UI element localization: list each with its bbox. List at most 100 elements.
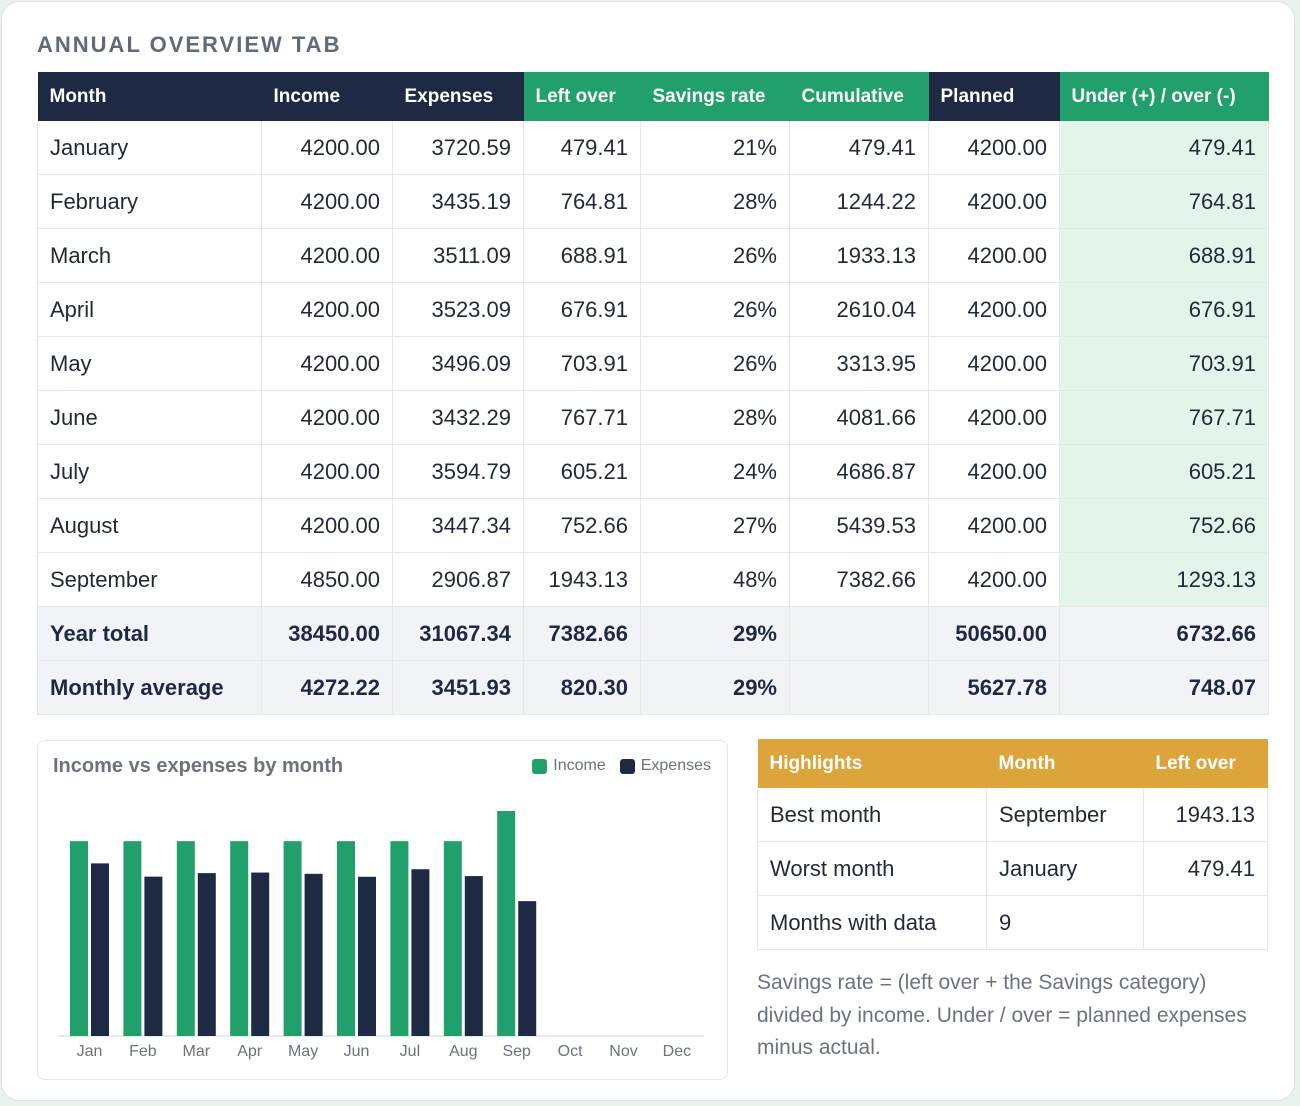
cell-under-over: 767.71 <box>1059 390 1269 445</box>
bar-expenses-sep[interactable] <box>518 901 537 1036</box>
cell-cumulative: 1933.13 <box>789 228 929 283</box>
bar-expenses-apr[interactable] <box>251 872 270 1036</box>
bar-income-jan[interactable] <box>70 841 88 1036</box>
cell-under-over: 605.21 <box>1059 444 1269 499</box>
bar-expenses-mar[interactable] <box>197 873 216 1036</box>
cell-month: Year total <box>37 606 262 661</box>
cell-left-over: 1943.13 <box>523 552 641 607</box>
cell-planned: 4200.00 <box>928 498 1060 553</box>
highlights-row: Best month September 1943.13 <box>757 788 1268 842</box>
cell-month: August <box>37 498 262 553</box>
cell-income: 4272.22 <box>261 660 393 715</box>
bar-income-jun[interactable] <box>337 841 355 1036</box>
cell-under-over: 703.91 <box>1059 336 1269 391</box>
cell-expenses: 2906.87 <box>392 552 524 607</box>
cell-month: Monthly average <box>37 660 262 715</box>
column-header-left-over[interactable]: Left over <box>523 72 641 121</box>
highlight-month: January <box>986 841 1144 896</box>
cell-under-over: 1293.13 <box>1059 552 1269 607</box>
cell-expenses: 3435.19 <box>392 174 524 229</box>
chart-legend: Income Expenses <box>532 757 711 775</box>
legend-item-expenses[interactable]: Expenses <box>619 757 711 775</box>
cell-savings-rate: 48% <box>640 552 790 607</box>
bar-expenses-feb[interactable] <box>144 876 163 1036</box>
cell-month: May <box>37 336 262 391</box>
x-tick-label-nov: Nov <box>609 1043 637 1060</box>
cell-savings-rate: 27% <box>640 498 790 553</box>
cell-income: 4200.00 <box>261 121 393 175</box>
cell-left-over: 676.91 <box>523 282 641 337</box>
cell-savings-rate: 29% <box>640 660 790 715</box>
cell-expenses: 3432.29 <box>392 390 524 445</box>
page-title: ANNUAL OVERVIEW TAB <box>37 32 342 57</box>
x-tick-label-dec: Dec <box>663 1043 691 1060</box>
cell-expenses: 3451.93 <box>392 660 524 715</box>
bar-income-jul[interactable] <box>390 841 409 1036</box>
highlight-label: Worst month <box>757 841 987 896</box>
cell-cumulative: 7382.66 <box>789 552 929 607</box>
cell-month: March <box>37 228 262 283</box>
x-tick-label-feb: Feb <box>129 1043 157 1060</box>
bar-expenses-jul[interactable] <box>411 869 430 1036</box>
cell-under-over: 479.41 <box>1059 121 1269 175</box>
footnote: Savings rate = (left over + the Savings … <box>757 971 1247 1059</box>
cell-cumulative: 3313.95 <box>789 336 929 391</box>
highlights-header-month: Month <box>986 739 1144 788</box>
table-row: June 4200.00 3432.29 767.71 28% 4081.66 4200.0… <box>37 390 1269 445</box>
cell-planned: 4200.00 <box>928 552 1060 607</box>
column-header-planned[interactable]: Planned <box>928 72 1060 121</box>
column-header-month[interactable]: Month <box>37 72 262 121</box>
highlight-label: Best month <box>757 788 987 842</box>
cell-left-over: 605.21 <box>523 444 641 499</box>
highlight-value: 1943.13 <box>1143 788 1268 842</box>
cell-planned: 4200.00 <box>928 174 1060 229</box>
bar-income-may[interactable] <box>283 841 302 1036</box>
bar-income-mar[interactable] <box>176 841 195 1036</box>
highlights-table: Highlights Month Left over Best month Se… <box>757 739 1268 950</box>
highlight-month: 9 <box>986 895 1144 950</box>
table-row: February 4200.00 3435.19 764.81 28% 1244.22 42… <box>37 174 1269 229</box>
bar-income-apr[interactable] <box>230 841 249 1036</box>
legend-item-income[interactable]: Income <box>532 757 606 775</box>
cell-cumulative: 4686.87 <box>789 444 929 499</box>
cell-expenses: 3720.59 <box>392 121 524 175</box>
cell-expenses: 3496.09 <box>392 336 524 391</box>
x-tick-label-jul: Jul <box>400 1043 420 1060</box>
bar-expenses-aug[interactable] <box>464 876 483 1036</box>
cell-income: 4200.00 <box>261 228 393 283</box>
bar-expenses-jan[interactable] <box>91 863 109 1036</box>
cell-savings-rate: 29% <box>640 606 790 661</box>
column-header-savings-rate[interactable]: Savings rate <box>640 72 790 121</box>
column-header-cumulative[interactable]: Cumulative <box>789 72 929 121</box>
x-tick-label-may: May <box>288 1043 318 1060</box>
x-tick-label-sep: Sep <box>502 1043 531 1060</box>
cell-savings-rate: 28% <box>640 390 790 445</box>
x-tick-label-mar: Mar <box>183 1043 211 1060</box>
highlights-header-left-over: Left over <box>1143 739 1268 788</box>
bar-income-sep[interactable] <box>497 811 516 1036</box>
table-header-row: Month Income Expenses Left over Savings … <box>37 72 1269 121</box>
cell-cumulative <box>789 660 929 715</box>
income-expenses-chart: Jan Feb Mar Apr May Jun Jul Aug Sep Oct Nov Dec Inc… <box>37 740 728 1080</box>
cell-left-over: 820.30 <box>523 660 641 715</box>
cell-planned: 4200.00 <box>928 336 1060 391</box>
cell-under-over: 752.66 <box>1059 498 1269 553</box>
bar-income-feb[interactable] <box>123 841 142 1036</box>
highlight-month: September <box>986 788 1144 842</box>
highlight-value <box>1143 895 1268 950</box>
x-tick-label-apr: Apr <box>237 1043 263 1060</box>
cell-planned: 4200.00 <box>928 444 1060 499</box>
column-header-expenses[interactable]: Expenses <box>392 72 524 121</box>
cell-planned: 4200.00 <box>928 121 1060 175</box>
cell-expenses: 31067.34 <box>392 606 524 661</box>
cell-savings-rate: 26% <box>640 228 790 283</box>
cell-left-over: 703.91 <box>523 336 641 391</box>
column-header-under-over[interactable]: Under (+) / over (-) <box>1059 72 1269 121</box>
highlight-label: Months with data <box>757 895 987 950</box>
highlights-header-row: Highlights Month Left over <box>757 739 1268 788</box>
table-row: April 4200.00 3523.09 676.91 26% 2610.04 4200.… <box>37 282 1269 337</box>
bar-expenses-jun[interactable] <box>358 876 376 1036</box>
bar-expenses-may[interactable] <box>304 873 323 1036</box>
bar-income-aug[interactable] <box>443 841 462 1036</box>
column-header-income[interactable]: Income <box>261 72 393 121</box>
